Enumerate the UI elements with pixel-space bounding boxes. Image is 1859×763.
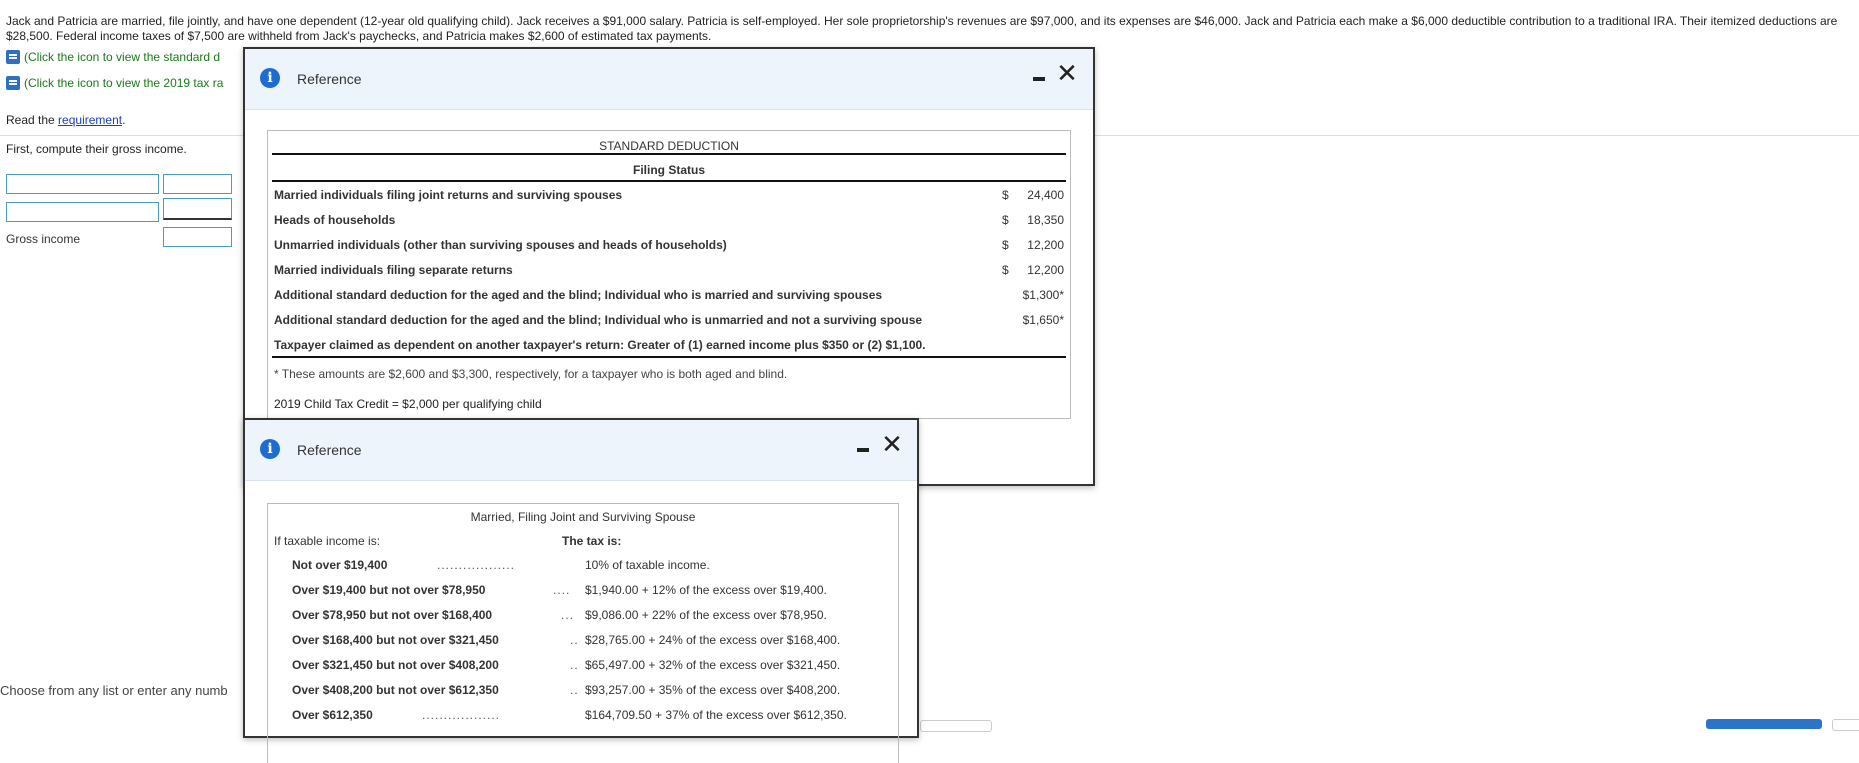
row-amount: 24,400 <box>1027 188 1064 202</box>
leader-dots: .. <box>570 658 579 672</box>
tax-formula: $9,086.00 + 22% of the excess over $78,9… <box>585 608 827 622</box>
dialog-title: Reference <box>297 71 362 87</box>
tax-formula: $1,940.00 + 12% of the excess over $19,4… <box>585 583 827 597</box>
standard-deduction-table: STANDARD DEDUCTION Filing Status Married… <box>267 130 1071 419</box>
table-row: Married individuals filing separate retu… <box>274 260 1064 280</box>
leader-dots: .... <box>553 583 571 597</box>
footnote: * These amounts are $2,600 and $3,300, r… <box>274 367 788 381</box>
tax-header: The tax is: <box>562 534 622 548</box>
income-range: Over $408,200 but not over $612,350 <box>292 683 499 697</box>
dialog-title: Reference <box>297 442 362 458</box>
requirement-link[interactable]: requirement <box>58 113 122 127</box>
income-item-select-2[interactable] <box>6 202 159 222</box>
tax-rate-link-text[interactable]: (Click the icon to view the 2019 tax ra <box>24 76 223 90</box>
table-row: Over $408,200 but not over $612,350 .. $… <box>292 683 892 703</box>
income-item-select-1[interactable] <box>6 174 159 194</box>
leader-dots: .................. <box>437 558 516 572</box>
income-range: Over $19,400 but not over $78,950 <box>292 583 486 597</box>
row-label: Unmarried individuals (other than surviv… <box>274 238 727 252</box>
tax-rate-link[interactable]: (Click the icon to view the 2019 tax ra <box>6 76 223 90</box>
dialog-header[interactable]: i Reference ✕ <box>245 49 1093 110</box>
row-label: Married individuals filing joint returns… <box>274 188 623 202</box>
more-button[interactable] <box>1832 719 1859 731</box>
gross-income-label: Gross income <box>6 232 81 246</box>
tax-rate-table: Married, Filing Joint and Surviving Spou… <box>267 503 899 763</box>
instruction-text: First, compute their gross income. <box>6 142 187 156</box>
row-dollar: $ <box>1002 238 1009 252</box>
leader-dots: ... <box>561 608 575 622</box>
table-row: Not over $19,400 .................. 10% … <box>292 558 892 578</box>
leader-dots: .. <box>570 633 579 647</box>
table-rule <box>272 153 1066 155</box>
row-amount: 18,350 <box>1027 213 1064 227</box>
table-row: Married individuals filing joint returns… <box>274 185 1064 205</box>
close-icon[interactable]: ✕ <box>1056 59 1078 89</box>
tax-formula: $164,709.50 + 37% of the excess over $61… <box>585 708 847 722</box>
info-icon: i <box>260 68 280 88</box>
table-row: Unmarried individuals (other than surviv… <box>274 235 1064 255</box>
problem-statement: Jack and Patricia are married, file join… <box>6 14 1838 43</box>
read-requirement: Read the requirement. <box>6 113 125 127</box>
row-dollar: $ <box>1002 213 1009 227</box>
income-range: Over $612,350 <box>292 708 373 722</box>
standard-deduction-link[interactable]: (Click the icon to view the standard d <box>6 50 220 64</box>
row-label: Additional standard deduction for the ag… <box>274 313 923 327</box>
table-row: Over $19,400 but not over $78,950 .... $… <box>292 583 892 603</box>
tax-formula: $28,765.00 + 24% of the excess over $168… <box>585 633 841 647</box>
tax-formula: $93,257.00 + 35% of the excess over $408… <box>585 683 841 697</box>
table-row: Additional standard deduction for the ag… <box>274 310 1064 330</box>
table-row: Over $78,950 but not over $168,400 ... $… <box>292 608 892 628</box>
income-range: Over $78,950 but not over $168,400 <box>292 608 493 622</box>
table-row: Over $612,350 .................. $164,70… <box>292 708 892 728</box>
table-row: Taxpayer claimed as dependent on another… <box>274 335 1064 355</box>
table-rule <box>272 356 1066 358</box>
taxable-income-header: If taxable income is: <box>274 534 381 548</box>
info-icon: i <box>260 439 280 459</box>
row-label: Married individuals filing separate retu… <box>274 263 513 277</box>
income-range: Over $168,400 but not over $321,450 <box>292 633 499 647</box>
row-dollar: $ <box>1002 188 1009 202</box>
income-range: Over $321,450 but not over $408,200 <box>292 658 499 672</box>
read-suffix: . <box>122 113 126 127</box>
tax-formula: $65,497.00 + 32% of the excess over $321… <box>585 658 841 672</box>
book-icon[interactable] <box>6 76 20 90</box>
dialog-header[interactable]: i Reference ✕ <box>245 420 917 481</box>
row-amount: 12,200 <box>1027 263 1064 277</box>
secondary-button[interactable] <box>920 720 992 732</box>
income-amount-input-1[interactable] <box>163 174 232 194</box>
filing-status-header: Filing Status <box>633 163 705 177</box>
child-tax-credit-note: 2019 Child Tax Credit = $2,000 per quali… <box>274 397 542 411</box>
book-icon[interactable] <box>6 50 20 64</box>
read-prefix: Read the <box>6 113 59 127</box>
tax-formula: 10% of taxable income. <box>585 558 710 572</box>
row-dollar: $ <box>1002 263 1009 277</box>
table-row: Over $168,400 but not over $321,450 .. $… <box>292 633 892 653</box>
minimize-icon[interactable] <box>1033 77 1045 81</box>
gross-income-input[interactable] <box>163 227 232 247</box>
table-title: Married, Filing Joint and Surviving Spou… <box>470 510 696 524</box>
leader-dots: .. <box>570 683 579 697</box>
minimize-icon[interactable] <box>857 448 869 452</box>
reference-dialog-tax-rates[interactable]: i Reference ✕ Married, Filing Joint and … <box>243 418 919 763</box>
choose-hint: Choose from any list or enter any numb <box>0 683 228 698</box>
table-rule <box>272 180 1066 182</box>
close-icon[interactable]: ✕ <box>881 430 903 460</box>
standard-deduction-link-text[interactable]: (Click the icon to view the standard d <box>24 50 220 64</box>
row-amount: $1,300* <box>1022 288 1064 302</box>
row-amount: $1,650* <box>1022 313 1064 327</box>
income-amount-input-2[interactable] <box>163 198 232 220</box>
row-amount: 12,200 <box>1027 238 1064 252</box>
table-row: Additional standard deduction for the ag… <box>274 285 1064 305</box>
row-label: Taxpayer claimed as dependent on another… <box>274 338 926 352</box>
leader-dots: .................. <box>422 708 501 722</box>
income-range: Not over $19,400 <box>292 558 388 572</box>
table-row: Heads of households $ 18,350 <box>274 210 1064 230</box>
row-label: Heads of households <box>274 213 396 227</box>
row-label: Additional standard deduction for the ag… <box>274 288 883 302</box>
table-title: STANDARD DEDUCTION <box>599 139 739 153</box>
table-row: Over $321,450 but not over $408,200 .. $… <box>292 658 892 678</box>
primary-button[interactable] <box>1706 719 1822 729</box>
